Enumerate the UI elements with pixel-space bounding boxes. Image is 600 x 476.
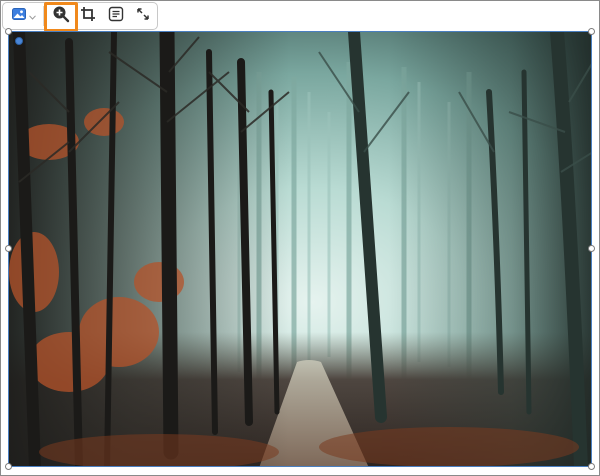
- chevron-down-icon: [28, 7, 36, 25]
- foggy-forest-image: [9, 32, 591, 466]
- toolbar-divider: [43, 6, 45, 26]
- alt-text-button[interactable]: [102, 4, 129, 28]
- resize-handle-bottom-right[interactable]: [588, 463, 595, 470]
- resize-button[interactable]: [130, 4, 157, 28]
- crop-button[interactable]: [75, 4, 102, 28]
- resize-handle-top-left[interactable]: [5, 28, 12, 35]
- zoom-in-icon: [52, 5, 70, 28]
- resize-handle-top-right[interactable]: [588, 28, 595, 35]
- resize-handle-left[interactable]: [5, 245, 12, 252]
- resize-handle-bottom-left[interactable]: [5, 463, 12, 470]
- image-anchor-handle[interactable]: [15, 37, 23, 45]
- crop-icon: [80, 6, 96, 27]
- zoom-in-button[interactable]: [47, 4, 74, 28]
- selected-image[interactable]: [8, 31, 592, 467]
- image-icon: [11, 7, 26, 25]
- image-toolbar: [2, 2, 158, 30]
- expand-icon: [136, 7, 150, 26]
- image-type-dropdown[interactable]: [7, 4, 40, 28]
- text-box-icon: [108, 6, 124, 27]
- resize-handle-right[interactable]: [588, 245, 595, 252]
